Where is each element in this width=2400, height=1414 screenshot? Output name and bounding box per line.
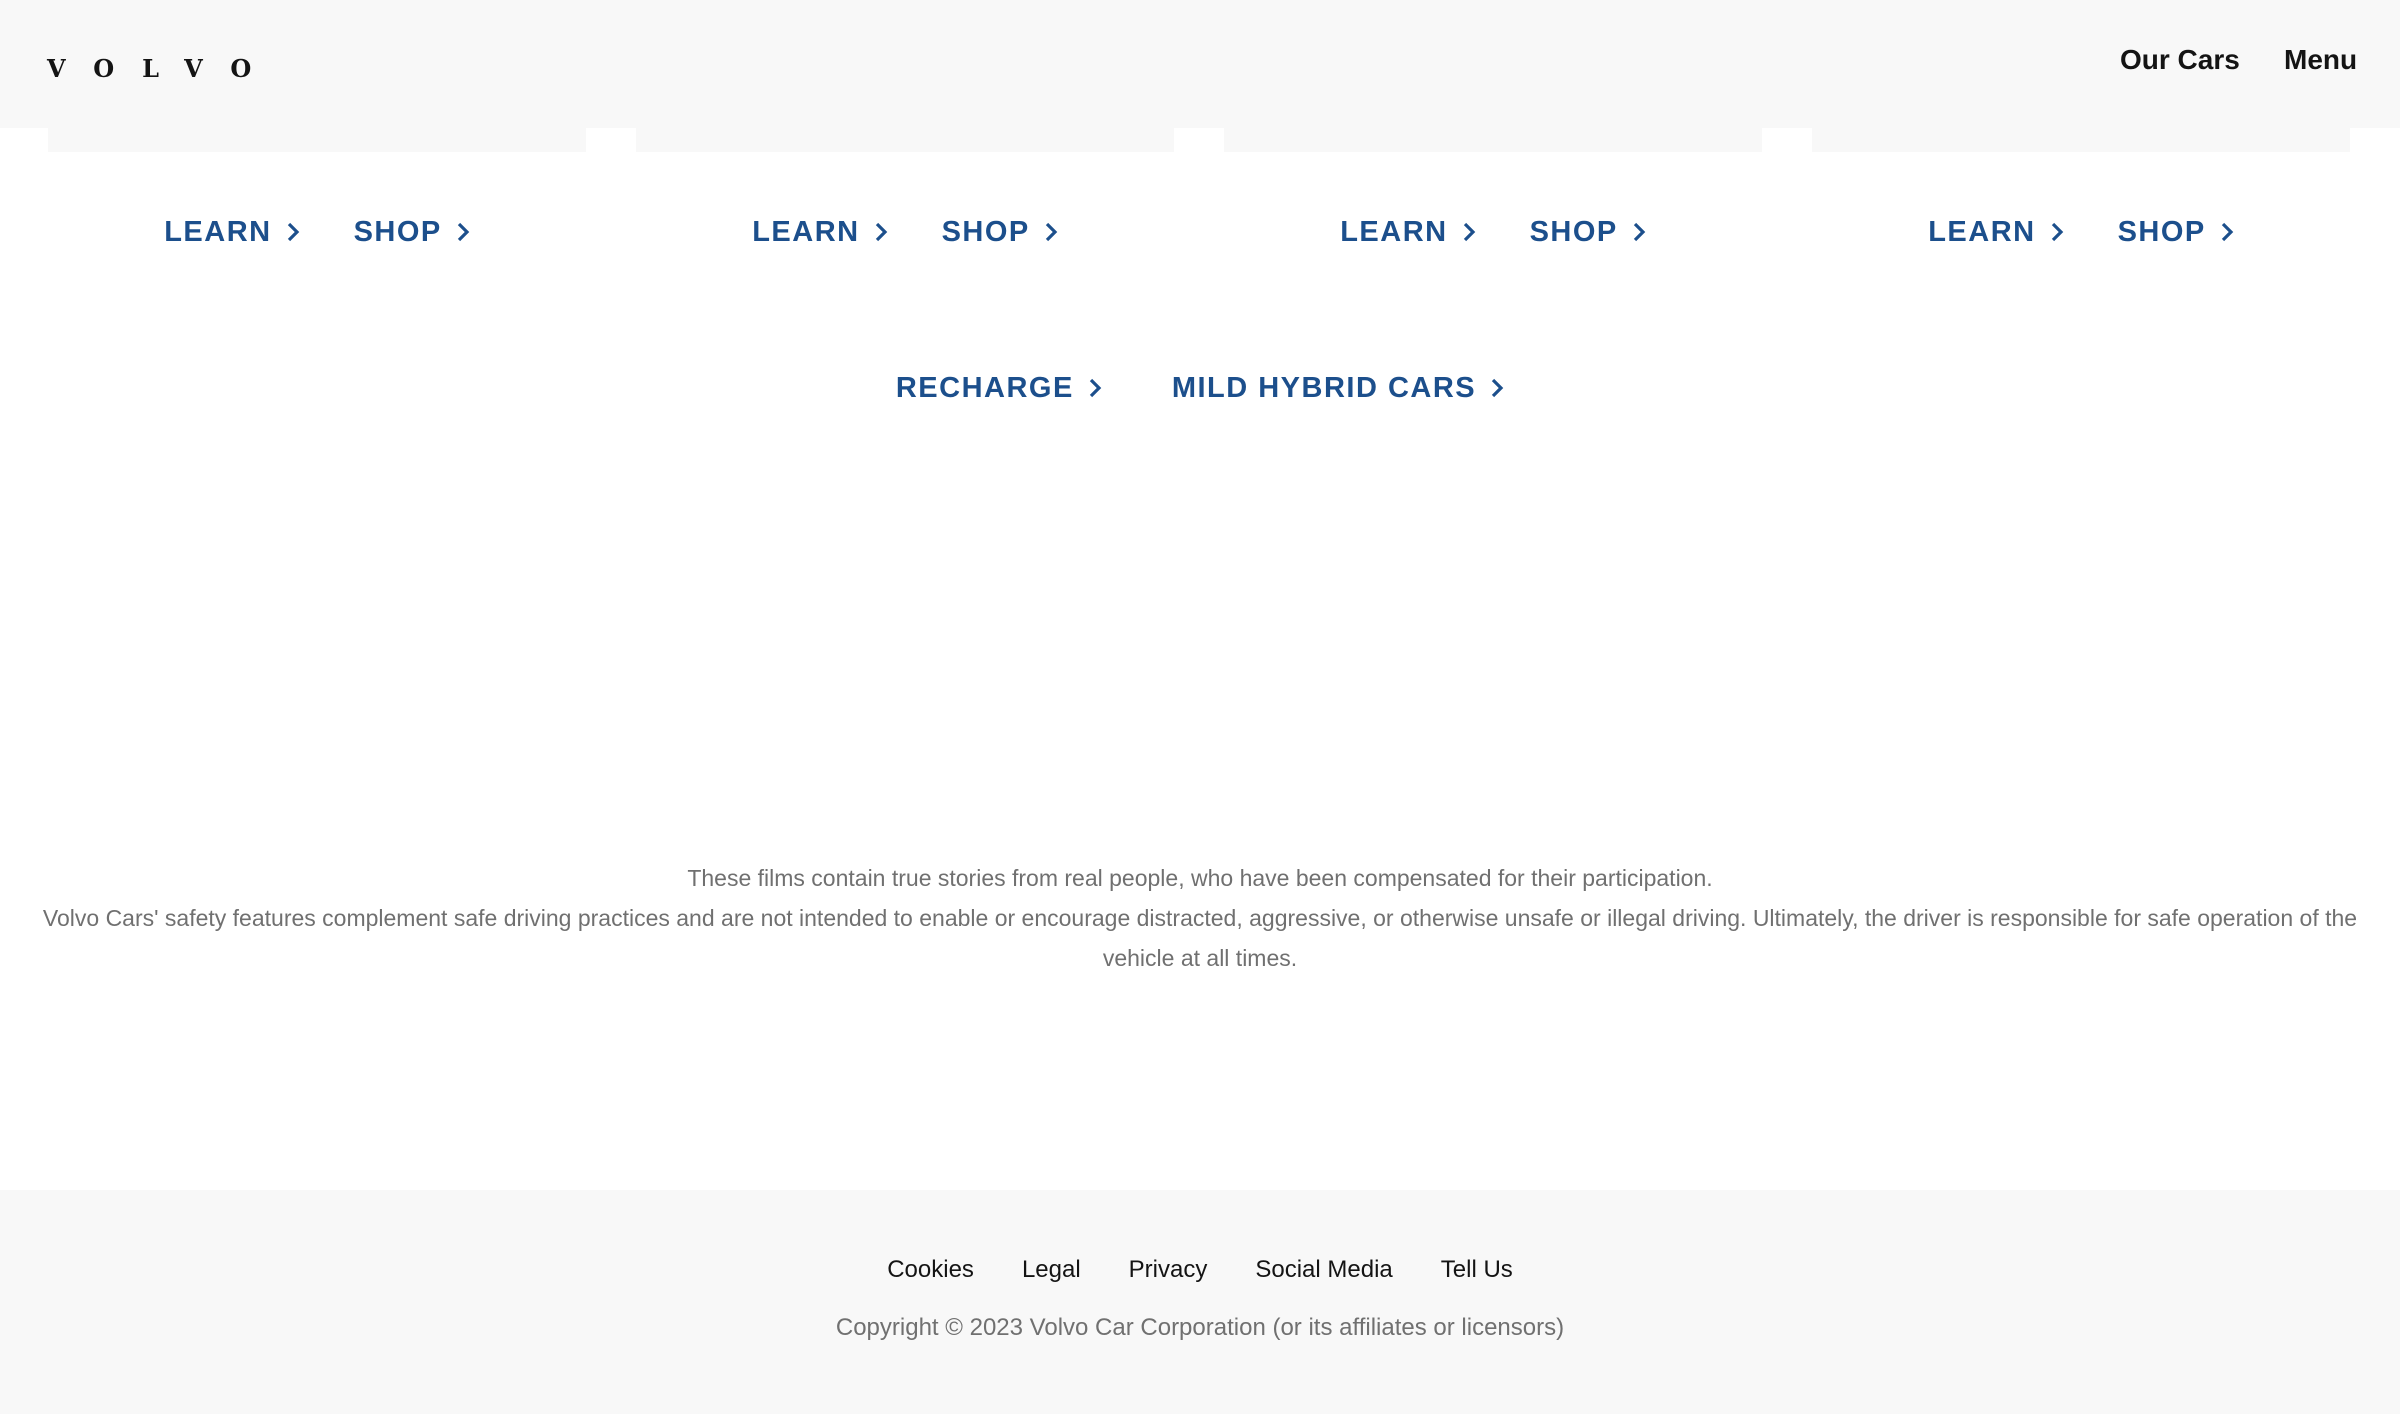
chevron-right-icon bbox=[1462, 221, 1476, 243]
chevron-right-icon bbox=[2050, 221, 2064, 243]
shop-link[interactable]: SHOP bbox=[2118, 210, 2234, 254]
recharge-link[interactable]: RECHARGE bbox=[896, 366, 1102, 410]
shop-label: SHOP bbox=[941, 216, 1030, 248]
chevron-right-icon bbox=[2220, 221, 2234, 243]
category-links: RECHARGE MILD HYBRID CARS bbox=[0, 366, 2400, 410]
card-links-3: LEARN SHOP bbox=[1224, 210, 1762, 254]
footer-links: Cookies Legal Privacy Social Media Tell … bbox=[0, 1256, 2400, 1284]
card-links-1: LEARN SHOP bbox=[48, 210, 586, 254]
copyright-text: Copyright © 2023 Volvo Car Corporation (… bbox=[835, 1314, 1565, 1341]
learn-link[interactable]: LEARN bbox=[752, 210, 887, 254]
shop-label: SHOP bbox=[1529, 216, 1618, 248]
site-footer: Cookies Legal Privacy Social Media Tell … bbox=[0, 1190, 2400, 1414]
footer-link-legal[interactable]: Legal bbox=[1022, 1256, 1081, 1284]
footer-link-tell-us[interactable]: Tell Us bbox=[1441, 1256, 1513, 1284]
card-strip-4 bbox=[1812, 128, 2350, 152]
shop-link[interactable]: SHOP bbox=[942, 210, 1058, 254]
card-strip-1 bbox=[48, 128, 586, 152]
learn-link[interactable]: LEARN bbox=[164, 210, 299, 254]
disclaimer-line-2: Volvo Cars' safety features complement s… bbox=[42, 905, 2358, 971]
chevron-right-icon bbox=[1490, 377, 1504, 399]
mild-hybrid-label: MILD HYBRID CARS bbox=[1171, 372, 1477, 404]
footer-link-cookies[interactable]: Cookies bbox=[887, 1256, 974, 1284]
shop-link[interactable]: SHOP bbox=[1530, 210, 1646, 254]
site-header: VOLVO Our Cars Menu bbox=[0, 0, 2400, 128]
card-links-2: LEARN SHOP bbox=[636, 210, 1174, 254]
shop-label: SHOP bbox=[2117, 216, 2206, 248]
chevron-right-icon bbox=[1632, 221, 1646, 243]
chevron-right-icon bbox=[1044, 221, 1058, 243]
chevron-right-icon bbox=[456, 221, 470, 243]
shop-link[interactable]: SHOP bbox=[354, 210, 470, 254]
footer-link-privacy[interactable]: Privacy bbox=[1129, 1256, 1208, 1284]
card-strip-3 bbox=[1224, 128, 1762, 152]
volvo-logo[interactable]: VOLVO bbox=[47, 54, 279, 83]
learn-label: LEARN bbox=[164, 216, 272, 248]
our-cars-link[interactable]: Our Cars bbox=[2120, 44, 2240, 76]
disclaimer-line-1: These films contain true stories from re… bbox=[687, 865, 1713, 891]
learn-link[interactable]: LEARN bbox=[1928, 210, 2063, 254]
card-links-4: LEARN SHOP bbox=[1812, 210, 2350, 254]
chevron-right-icon bbox=[874, 221, 888, 243]
mild-hybrid-link[interactable]: MILD HYBRID CARS bbox=[1172, 366, 1504, 410]
menu-button[interactable]: Menu bbox=[2284, 44, 2357, 76]
shop-label: SHOP bbox=[353, 216, 442, 248]
learn-label: LEARN bbox=[1928, 216, 2036, 248]
learn-link[interactable]: LEARN bbox=[1340, 210, 1475, 254]
recharge-label: RECHARGE bbox=[895, 372, 1074, 404]
disclaimer-text: These films contain true stories from re… bbox=[40, 858, 2360, 978]
learn-label: LEARN bbox=[1340, 216, 1448, 248]
card-strip-2 bbox=[636, 128, 1174, 152]
chevron-right-icon bbox=[1088, 377, 1102, 399]
footer-link-social-media[interactable]: Social Media bbox=[1255, 1256, 1392, 1284]
chevron-right-icon bbox=[286, 221, 300, 243]
learn-label: LEARN bbox=[752, 216, 860, 248]
